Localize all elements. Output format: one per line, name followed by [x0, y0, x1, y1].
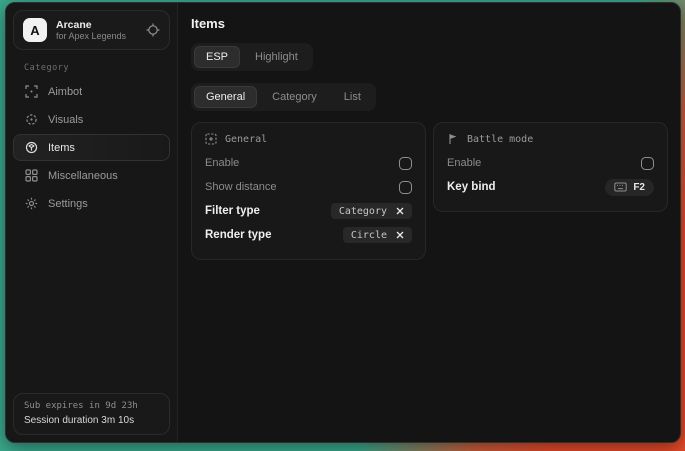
items-package-icon	[25, 141, 38, 154]
app-name: Arcane	[56, 19, 137, 31]
sidebar: A Arcane for Apex Legends Category	[6, 3, 178, 442]
setting-row-show-distance: Show distance	[205, 175, 412, 199]
app-window: A Arcane for Apex Legends Category	[5, 2, 681, 443]
aimbot-crosshair-icon	[25, 85, 38, 98]
setting-label: Enable	[205, 157, 239, 169]
setting-row-render-type: Render type Circle	[205, 223, 412, 247]
tab-category[interactable]: Category	[260, 86, 329, 108]
remove-render-icon[interactable]	[396, 231, 404, 239]
setting-row-filter-type: Filter type Category	[205, 199, 412, 223]
page-title: Items	[191, 16, 668, 31]
sidebar-item-label: Settings	[48, 198, 88, 210]
sidebar-item-label: Miscellaneous	[48, 170, 118, 182]
battle-mode-panel: Battle mode Enable Key bind	[433, 122, 668, 212]
main-content: Items ESP Highlight General Category Lis…	[178, 3, 681, 442]
sidebar-nav: Aimbot Visuals	[13, 78, 170, 217]
setting-label: Show distance	[205, 181, 277, 193]
sidebar-item-miscellaneous[interactable]: Miscellaneous	[13, 162, 170, 189]
view-tab-group: General Category List	[191, 83, 376, 111]
setting-label: Render type	[205, 229, 271, 241]
show-distance-checkbox[interactable]	[399, 181, 412, 194]
setting-label: Filter type	[205, 205, 260, 217]
remove-filter-icon[interactable]	[396, 207, 404, 215]
sidebar-item-visuals[interactable]: Visuals	[13, 106, 170, 133]
sidebar-item-items[interactable]: Items	[13, 134, 170, 161]
misc-grid-icon	[25, 169, 38, 182]
visuals-radar-icon	[25, 113, 38, 126]
sidebar-item-label: Aimbot	[48, 86, 82, 98]
sidebar-item-settings[interactable]: Settings	[13, 190, 170, 217]
tab-list[interactable]: List	[332, 86, 373, 108]
tab-esp[interactable]: ESP	[194, 46, 240, 68]
brand-card: A Arcane for Apex Legends	[13, 10, 170, 50]
session-duration-text: Session duration 3m 10s	[24, 415, 159, 426]
general-panel: General Enable Show distance Filter type…	[191, 122, 426, 260]
render-type-value: Circle	[351, 230, 387, 241]
filter-type-value: Category	[339, 206, 387, 217]
keyboard-icon	[614, 182, 627, 192]
battle-enable-checkbox[interactable]	[641, 157, 654, 170]
app-tagline: for Apex Legends	[56, 31, 137, 41]
panel-title: Battle mode	[467, 134, 533, 145]
mode-tab-group: ESP Highlight	[191, 43, 313, 71]
frame-icon	[205, 133, 217, 145]
setting-row-battle-enable: Enable	[447, 151, 654, 175]
sub-expires-text: Sub expires in 9d 23h	[24, 401, 159, 411]
subscription-card: Sub expires in 9d 23h Session duration 3…	[13, 393, 170, 435]
category-section-label: Category	[24, 63, 170, 73]
setting-row-enable: Enable	[205, 151, 412, 175]
tab-general[interactable]: General	[194, 86, 257, 108]
tab-highlight[interactable]: Highlight	[243, 46, 310, 68]
brand-text: Arcane for Apex Legends	[56, 19, 137, 41]
general-panel-header: General	[205, 133, 412, 145]
sidebar-item-label: Visuals	[48, 114, 83, 126]
setting-label: Key bind	[447, 181, 496, 193]
target-icon[interactable]	[146, 23, 160, 37]
enable-checkbox[interactable]	[399, 157, 412, 170]
panel-title: General	[225, 134, 267, 145]
sidebar-item-aimbot[interactable]: Aimbot	[13, 78, 170, 105]
sidebar-item-label: Items	[48, 142, 75, 154]
setting-row-key-bind: Key bind F2	[447, 175, 654, 199]
battle-flag-icon	[447, 133, 459, 145]
app-logo: A	[23, 18, 47, 42]
setting-label: Enable	[447, 157, 481, 169]
render-type-select[interactable]: Circle	[343, 227, 412, 243]
filter-type-select[interactable]: Category	[331, 203, 412, 219]
key-bind-value: F2	[633, 182, 645, 193]
gear-icon	[25, 197, 38, 210]
battle-mode-panel-header: Battle mode	[447, 133, 654, 145]
key-bind-button[interactable]: F2	[605, 179, 654, 196]
